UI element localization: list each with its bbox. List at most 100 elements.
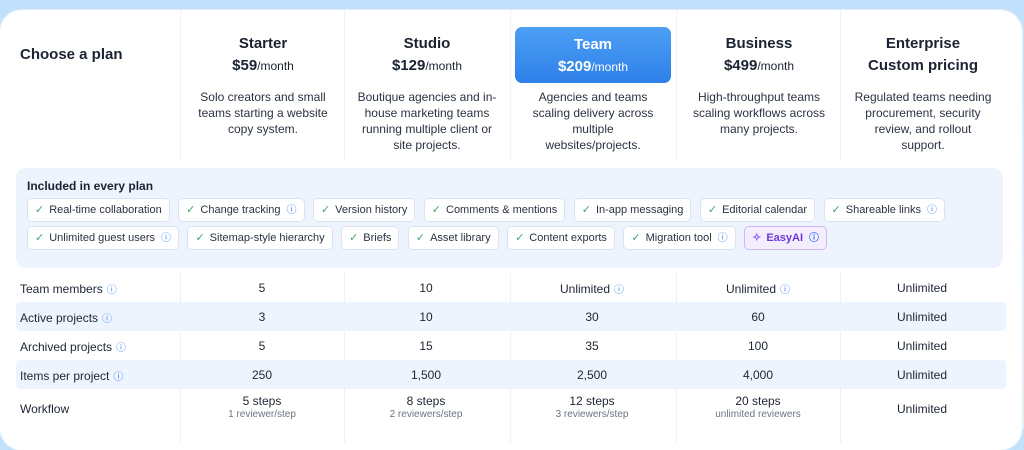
included-title: Included in every plan [27,179,154,193]
plan-limits-table: Team members ⓘ 5 10 Unlimited ⓘ Unlimited ⓘ… [16,273,1006,429]
table-cell: 8 steps 2 reviewers/step [389,394,463,420]
table-cell: 2,500 [576,368,608,382]
table-cell: 15 [419,339,433,353]
info-icon[interactable]: ⓘ [614,285,624,296]
row-label: Team members ⓘ [20,282,117,296]
info-icon[interactable]: ⓘ [718,233,728,244]
feature-chip[interactable]: ✓ Asset library [407,226,499,250]
table-cell: 5 [258,281,266,295]
table-row-items-per-project: Items per project ⓘ 250 1,500 2,500 4,000… [16,360,1006,389]
info-icon[interactable]: ⓘ [161,233,171,244]
plan-description: Regulated teams needing procurement, sec… [854,90,992,152]
feature-chip[interactable]: ✓ Briefs [341,226,400,250]
check-icon: ✓ [195,232,205,244]
table-row-active-projects: Active projects ⓘ 3 10 30 60 Unlimited [16,302,1006,331]
table-row-team-members: Team members ⓘ 5 10 Unlimited ⓘ Unlimited ⓘ… [16,273,1006,302]
check-icon: ✓ [515,232,525,244]
plan-description: Solo creators and small teams starting a… [198,90,328,136]
plan-price: $59/month [232,57,294,74]
info-icon[interactable]: ⓘ [107,285,117,296]
feature-chip[interactable]: ✓ Content exports [507,226,615,250]
plans-header: Choose a plan Starter $59/month Solo cre… [0,10,1022,170]
plan-enterprise[interactable]: Enterprise Custom pricing Regulated team… [840,10,1005,160]
plan-description: High-throughput teams scaling workflows … [692,90,826,136]
info-icon[interactable]: ⓘ [113,372,123,383]
feature-chip[interactable]: ✓ Sitemap-style hierarchy [187,226,333,250]
table-cell: Unlimited [896,402,947,416]
check-icon: ✓ [831,204,841,216]
feature-chip[interactable]: ✓ Unlimited guest users ⓘ [27,226,179,250]
table-cell: Unlimited [896,281,947,295]
table-cell: 1,500 [410,368,442,382]
check-icon: ✓ [581,204,591,216]
table-cell: 20 steps unlimited reviewers [715,394,801,420]
feature-chip[interactable]: ✓ Comments & mentions [423,198,566,222]
plan-price: $499/month [723,57,795,74]
table-cell: Unlimited [896,310,947,324]
table-cell: 35 [585,339,599,353]
pricing-card: Choose a plan Starter $59/month Solo cre… [0,10,1022,450]
plan-business[interactable]: Business $499/month High-throughput team… [676,10,841,160]
table-row-archived-projects: Archived projects ⓘ 5 15 35 100 Unlimited [16,331,1006,360]
plan-starter[interactable]: Starter $59/month Solo creators and smal… [180,10,345,160]
table-cell: 250 [251,368,273,382]
plan-name: Studio [403,35,451,52]
plan-team[interactable]: Team $209/month Agencies and teams scali… [510,10,675,160]
plan-studio[interactable]: Studio $129/month Boutique agencies and … [344,10,509,160]
table-cell: 10 [419,310,433,324]
info-icon[interactable]: ⓘ [287,205,297,216]
table-cell: 5 steps 1 reviewer/step [228,394,296,420]
table-cell: 60 [751,310,765,324]
info-icon[interactable]: ⓘ [927,205,937,216]
table-cell: Unlimited ⓘ [559,282,624,296]
check-icon: ✓ [320,204,331,216]
row-label: Archived projects ⓘ [20,340,127,354]
choose-plan-title: Choose a plan [20,46,123,63]
sparkle-icon: ✧ [752,232,762,244]
plan-name: Enterprise [885,35,961,52]
row-label: Workflow [20,402,70,416]
info-icon[interactable]: ⓘ [809,233,819,244]
table-cell: Unlimited [896,339,947,353]
column-divider [510,273,511,443]
plan-name: Team [573,36,613,53]
plan-price: $129/month [391,57,463,74]
check-icon: ✓ [349,232,359,244]
feature-chip-row: ✓ Real-time collaboration ✓ Change trackin… [27,198,997,226]
check-icon: ✓ [631,232,641,244]
feature-chip[interactable]: ✓ In-app messaging [573,198,692,222]
column-divider [840,273,841,443]
column-divider [180,273,181,443]
column-divider [676,273,677,443]
check-icon: ✓ [35,204,45,216]
info-icon[interactable]: ⓘ [102,314,112,325]
plan-description: Agencies and teams scaling delivery acro… [532,90,654,152]
feature-chip[interactable]: ✓ Editorial calendar [699,198,816,222]
feature-chip-row: ✓ Unlimited guest users ⓘ ✓ Sitemap-style h… [27,226,997,254]
table-cell: 5 [258,339,266,353]
table-cell: 10 [419,281,433,295]
row-label: Active projects ⓘ [20,311,113,325]
row-label: Items per project ⓘ [20,369,124,383]
plan-price: Custom pricing [867,57,978,74]
easyai-chip[interactable]: ✧ EasyAI ⓘ [744,226,828,250]
feature-chip[interactable]: ✓ Version history [312,198,416,222]
plan-team-highlight[interactable]: Team $209/month [515,27,671,83]
check-icon: ✓ [35,232,45,244]
table-cell: 4,000 [742,368,774,382]
table-cell: 30 [585,310,599,324]
check-icon: ✓ [431,204,441,216]
table-cell: 100 [747,339,769,353]
feature-chip[interactable]: ✓ Change tracking ⓘ [178,198,305,222]
feature-chip[interactable]: ✓ Shareable links ⓘ [823,198,945,222]
column-divider [344,273,345,443]
info-icon[interactable]: ⓘ [116,343,126,354]
info-icon[interactable]: ⓘ [780,285,790,296]
table-cell: Unlimited ⓘ [725,282,790,296]
feature-chip[interactable]: ✓ Real-time collaboration [27,198,170,222]
feature-chip[interactable]: ✓ Migration tool ⓘ [623,226,736,250]
check-icon: ✓ [415,232,426,244]
plan-name: Starter [238,35,288,52]
plan-name: Business [725,35,793,52]
plan-description: Boutique agencies and in-house marketing… [357,90,497,152]
